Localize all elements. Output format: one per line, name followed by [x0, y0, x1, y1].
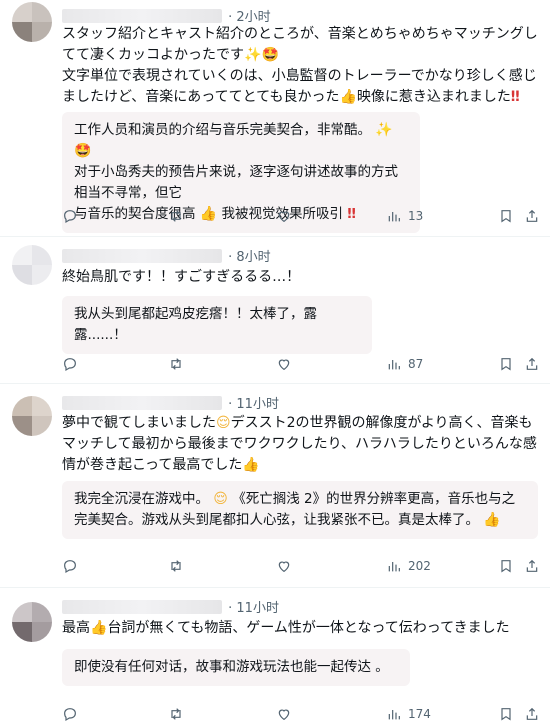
- post-header: · 2小时: [62, 6, 271, 26]
- views-icon: [388, 212, 400, 222]
- bookmark-icon: [501, 210, 511, 223]
- repost-button[interactable]: [168, 206, 184, 226]
- views-count: 174: [408, 707, 431, 721]
- action-bar: 13: [62, 206, 540, 226]
- avatar[interactable]: [12, 396, 52, 436]
- bookmark-icon: [501, 358, 511, 371]
- post-header: · 11小时: [62, 393, 279, 413]
- like-icon: [278, 561, 290, 573]
- post-text: スタッフ紹介とキャスト紹介のところが、音楽とめちゃめちゃマッチングし てて凄くカ…: [62, 24, 538, 108]
- relieved-face-emoji: 😌: [216, 415, 231, 431]
- reply-button[interactable]: [62, 354, 78, 374]
- share-button[interactable]: [524, 704, 540, 724]
- thumbs-up-emoji: 👍: [90, 620, 108, 636]
- views-button[interactable]: 13: [386, 206, 423, 226]
- like-icon: [278, 211, 290, 223]
- views-button[interactable]: 87: [386, 354, 423, 374]
- avatar[interactable]: [12, 2, 52, 42]
- share-icon: [526, 559, 538, 572]
- timestamp[interactable]: · 11小时: [228, 397, 279, 412]
- share-icon: [526, 707, 538, 720]
- reply-icon: [64, 708, 76, 722]
- share-icon: [526, 209, 538, 222]
- translation-box: 即使没有任何对话，故事和游戏玩法也能一起传达 。: [62, 649, 410, 686]
- views-button[interactable]: 174: [386, 704, 431, 724]
- post-3[interactable]: · 11小时 夢中で観てしまいました😌デススト2の世界観の解像度がより高く、音楽…: [0, 384, 550, 588]
- reply-button[interactable]: [62, 206, 78, 226]
- views-count: 87: [408, 357, 424, 371]
- reply-button[interactable]: [62, 556, 78, 576]
- thumbs-up-emoji: 👍: [483, 512, 501, 528]
- sparkles-emoji: ✨: [375, 122, 393, 138]
- author-name[interactable]: [62, 599, 222, 614]
- post-2[interactable]: · 8小时 終始鳥肌です！！すごすぎるるる…！ 我从头到尾都起鸡皮疙瘩！！太棒了…: [0, 237, 550, 384]
- repost-button[interactable]: [168, 704, 184, 724]
- reply-icon: [64, 560, 76, 574]
- repost-icon: [171, 210, 181, 222]
- views-count: 13: [408, 209, 424, 223]
- action-bar: 87: [62, 354, 540, 374]
- translation-box: 我从头到尾都起鸡皮疙瘩！！太棒了，露露......！: [62, 296, 372, 354]
- reply-icon: [64, 358, 76, 372]
- views-icon: [388, 562, 400, 572]
- like-button[interactable]: [276, 206, 292, 226]
- bookmark-button[interactable]: [498, 556, 514, 576]
- like-icon: [278, 709, 290, 721]
- bookmark-button[interactable]: [498, 354, 514, 374]
- bookmark-button[interactable]: [498, 206, 514, 226]
- post-text: 夢中で観てしまいました😌デススト2の世界観の解像度がより高く、音楽も マッチして…: [62, 413, 538, 476]
- like-icon: [278, 359, 290, 371]
- views-icon: [388, 360, 400, 370]
- author-name[interactable]: [62, 395, 222, 410]
- thumbs-up-emoji: 👍: [242, 457, 260, 473]
- repost-button[interactable]: [168, 354, 184, 374]
- post-header: · 8小时: [62, 246, 271, 266]
- reply-icon: [64, 210, 76, 224]
- post-4[interactable]: · 11小时 最高👍台詞が無くても物語、ゲーム性が一体となって伝わってきました …: [0, 588, 550, 727]
- repost-button[interactable]: [168, 556, 184, 576]
- double-exclamation-emoji: ‼: [510, 89, 520, 105]
- timestamp[interactable]: · 2小时: [228, 10, 271, 25]
- share-icon: [526, 357, 538, 370]
- views-button[interactable]: 202: [386, 556, 431, 576]
- post-1[interactable]: · 2小时 スタッフ紹介とキャスト紹介のところが、音楽とめちゃめちゃマッチングし…: [0, 0, 550, 237]
- bookmark-icon: [501, 708, 511, 721]
- bookmark-icon: [501, 560, 511, 573]
- relieved-face-emoji: 😌: [213, 491, 228, 507]
- action-bar: 202: [62, 556, 540, 576]
- author-name[interactable]: [62, 8, 222, 23]
- share-button[interactable]: [524, 556, 540, 576]
- thumbs-up-emoji: 👍: [339, 89, 357, 105]
- translation-box: 我完全沉浸在游戏中。 😌 《死亡搁浅 2》的世界分辨率更高，音乐也与之 完美契合…: [62, 481, 538, 539]
- repost-icon: [171, 560, 181, 572]
- views-count: 202: [408, 559, 431, 573]
- timestamp[interactable]: · 11小时: [228, 601, 279, 616]
- repost-icon: [171, 708, 181, 720]
- like-button[interactable]: [276, 354, 292, 374]
- action-bar: 174: [62, 704, 540, 724]
- star-struck-emoji: 🤩: [261, 47, 279, 63]
- avatar[interactable]: [12, 245, 52, 285]
- bookmark-button[interactable]: [498, 704, 514, 724]
- share-button[interactable]: [524, 354, 540, 374]
- star-struck-emoji: 🤩: [74, 143, 92, 159]
- author-name[interactable]: [62, 248, 222, 263]
- post-header: · 11小时: [62, 597, 279, 617]
- reply-button[interactable]: [62, 704, 78, 724]
- avatar[interactable]: [12, 602, 52, 642]
- views-icon: [388, 710, 400, 720]
- like-button[interactable]: [276, 704, 292, 724]
- repost-icon: [171, 358, 181, 370]
- timestamp[interactable]: · 8小时: [228, 250, 271, 265]
- post-text: 最高👍台詞が無くても物語、ゲーム性が一体となって伝わってきました: [62, 618, 538, 639]
- post-text: 終始鳥肌です！！すごすぎるるる…！: [62, 269, 301, 285]
- like-button[interactable]: [276, 556, 292, 576]
- sparkles-emoji: ✨: [244, 47, 262, 63]
- share-button[interactable]: [524, 206, 540, 226]
